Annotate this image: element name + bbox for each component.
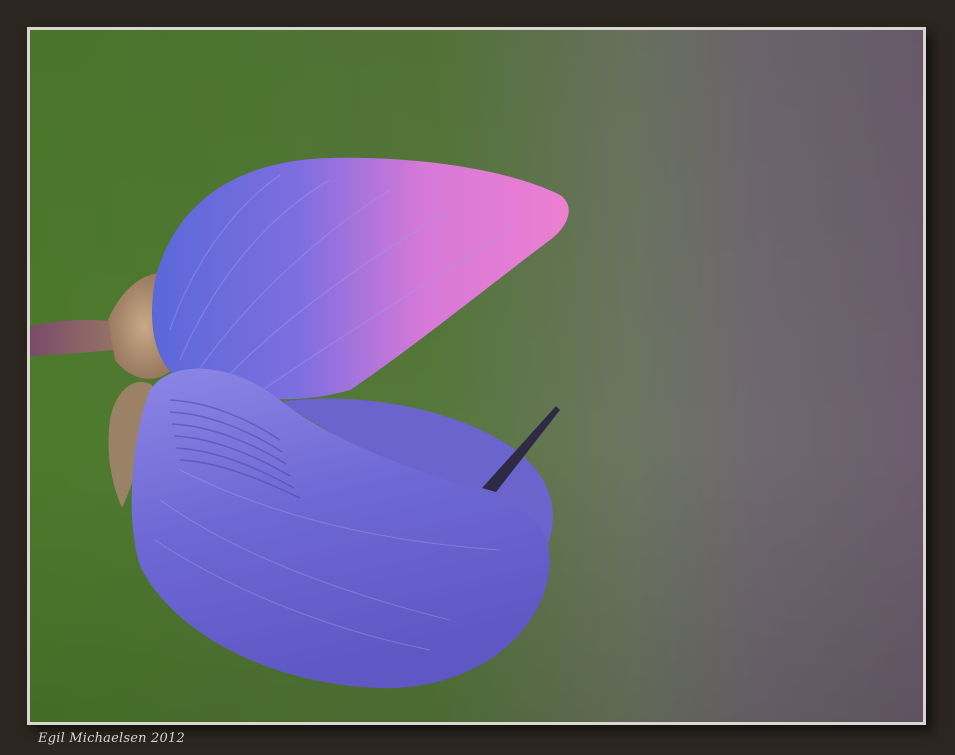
photographer-signature: Egil Michaelsen 2012: [38, 731, 185, 746]
photo: [30, 30, 923, 722]
dark-frame: Egil Michaelsen 2012: [0, 0, 955, 755]
flower-illustration: [30, 30, 923, 722]
